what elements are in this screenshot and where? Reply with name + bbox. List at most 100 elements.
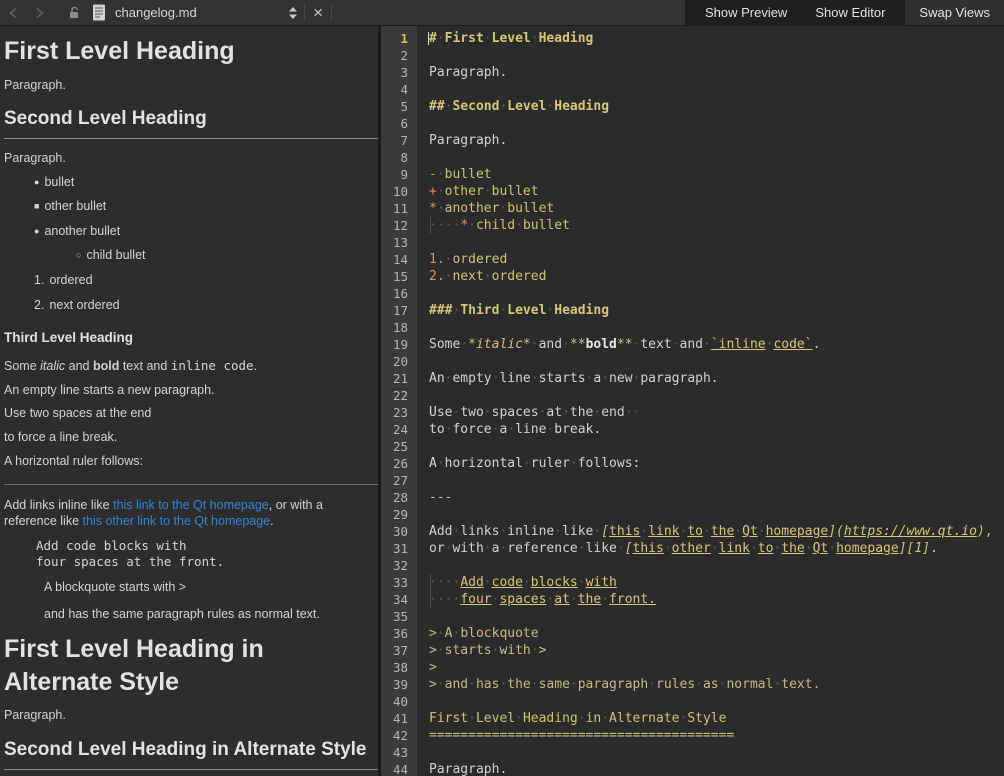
- line-number: 8: [381, 149, 417, 166]
- split-arrows-icon: [288, 6, 298, 20]
- editor-line[interactable]: ###·Third·Level·Heading: [429, 302, 1004, 319]
- preview-paragraph: to force a line break.: [4, 430, 372, 446]
- editor-line[interactable]: [429, 744, 1004, 761]
- code-line: Add code blocks with: [36, 538, 378, 554]
- line-number: 7: [381, 132, 417, 149]
- line-number: 35: [381, 608, 417, 625]
- ordered-list: 1.ordered2.next ordered: [4, 273, 378, 313]
- bullet-marker: ●: [34, 226, 39, 236]
- editor-line[interactable]: Paragraph.: [429, 64, 1004, 81]
- editor-line[interactable]: An·empty·line·starts·a·new·paragraph.: [429, 370, 1004, 387]
- line-number: 43: [381, 744, 417, 761]
- line-number: 17: [381, 302, 417, 319]
- editor-line[interactable]: 1.·ordered: [429, 251, 1004, 268]
- editor-line[interactable]: [429, 115, 1004, 132]
- blockquote: A blockquote starts with >and has the sa…: [44, 580, 378, 622]
- line-number: 1: [381, 30, 417, 47]
- editor-line[interactable]: [429, 319, 1004, 336]
- line-number: 19: [381, 336, 417, 353]
- line-number: 39: [381, 676, 417, 693]
- editor-line[interactable]: or·with·a·reference·like·[this·other·lin…: [429, 540, 1004, 557]
- forward-button[interactable]: [34, 0, 45, 25]
- line-number: 12: [381, 217, 417, 234]
- editor-line[interactable]: Paragraph.: [429, 761, 1004, 776]
- editor-line[interactable]: [429, 81, 1004, 98]
- qt-homepage-link[interactable]: this other link to the Qt homepage: [83, 514, 271, 528]
- editor-line[interactable]: [429, 387, 1004, 404]
- preview-paragraph: An empty line starts a new paragraph.: [4, 383, 372, 399]
- code-block: Add code blocks withfour spaces at the f…: [36, 538, 378, 571]
- editor-line[interactable]: -·bullet: [429, 166, 1004, 183]
- editor-line[interactable]: +·other·bullet: [429, 183, 1004, 200]
- preview-heading: First Level Heading: [4, 35, 374, 68]
- editor-line[interactable]: [429, 472, 1004, 489]
- document-nav: changelog.md ×: [0, 0, 338, 25]
- list-item: 2.next ordered: [34, 298, 378, 314]
- editor-line[interactable]: [429, 149, 1004, 166]
- editor-line[interactable]: #·First·Level·Heading: [429, 30, 1004, 47]
- editor-line[interactable]: ····four·spaces·at·the·front.: [429, 591, 1004, 608]
- editor-line[interactable]: First·Level·Heading·in·Alternate·Style: [429, 710, 1004, 727]
- line-number: 34: [381, 591, 417, 608]
- preview-text-span: .: [270, 514, 273, 528]
- show-preview-button[interactable]: Show Preview: [691, 0, 801, 25]
- qt-homepage-link[interactable]: this link to the Qt homepage: [113, 498, 269, 512]
- preview-paragraph: Some italic and bold text and inline cod…: [4, 358, 372, 375]
- bullet-marker: ■: [34, 201, 39, 211]
- open-document-name[interactable]: changelog.md: [115, 5, 288, 20]
- editor-line[interactable]: [429, 353, 1004, 370]
- editor-line[interactable]: [429, 506, 1004, 523]
- editor-toolbar: changelog.md × Show Preview Show Editor …: [0, 0, 1004, 26]
- text-cursor: [428, 32, 429, 45]
- line-number: 23: [381, 404, 417, 421]
- back-button[interactable]: [8, 0, 19, 25]
- editor-line[interactable]: =======================================: [429, 727, 1004, 744]
- editor-line[interactable]: [429, 234, 1004, 251]
- editor-line[interactable]: ····Add·code·blocks·with: [429, 574, 1004, 591]
- close-document-button[interactable]: ×: [311, 5, 325, 21]
- preview-text-span: italic: [40, 359, 65, 373]
- editor-text-area[interactable]: #·First·Level·Heading Paragraph. ##·Second…: [417, 26, 1004, 776]
- preview-paragraph: Paragraph.: [4, 708, 372, 724]
- editor-line[interactable]: >·starts·with·>: [429, 642, 1004, 659]
- editor-line[interactable]: A·horizontal·ruler·follows:: [429, 455, 1004, 472]
- editor-line[interactable]: 2.·next·ordered: [429, 268, 1004, 285]
- markdown-editor-pane[interactable]: 1234567891011121314151617181920212223242…: [381, 26, 1004, 776]
- editor-line[interactable]: ---: [429, 489, 1004, 506]
- line-number: 21: [381, 370, 417, 387]
- preview-paragraph: Paragraph.: [4, 78, 372, 94]
- preview-heading: Second Level Heading: [4, 107, 378, 139]
- editor-line[interactable]: ##·Second·Level·Heading: [429, 98, 1004, 115]
- editor-line[interactable]: [429, 608, 1004, 625]
- indent-guide: [430, 591, 431, 608]
- editor-line[interactable]: Use·two·spaces·at·the·end··: [429, 404, 1004, 421]
- bullet-marker: ●: [34, 177, 39, 187]
- editor-line[interactable]: *·another·bullet: [429, 200, 1004, 217]
- line-number: 29: [381, 506, 417, 523]
- editor-line[interactable]: Some·*italic*·and·**bold**·text·and·`inl…: [429, 336, 1004, 353]
- editor-line[interactable]: [429, 557, 1004, 574]
- line-number: 20: [381, 353, 417, 370]
- lock-toggle[interactable]: [68, 0, 81, 25]
- line-number: 38: [381, 659, 417, 676]
- editor-line[interactable]: [429, 47, 1004, 64]
- editor-line[interactable]: >·and·has·the·same·paragraph·rules·as·no…: [429, 676, 1004, 693]
- line-number: 27: [381, 472, 417, 489]
- bullet-marker: ○: [76, 250, 81, 260]
- document-dropdown[interactable]: [288, 0, 298, 25]
- line-number: 11: [381, 200, 417, 217]
- editor-line[interactable]: >·A·blockquote: [429, 625, 1004, 642]
- swap-views-button[interactable]: Swap Views: [905, 0, 1004, 25]
- editor-line[interactable]: [429, 693, 1004, 710]
- line-number: 13: [381, 234, 417, 251]
- editor-line[interactable]: [429, 285, 1004, 302]
- editor-line[interactable]: Paragraph.: [429, 132, 1004, 149]
- editor-line[interactable]: >: [429, 659, 1004, 676]
- editor-line[interactable]: [429, 438, 1004, 455]
- line-number: 16: [381, 285, 417, 302]
- editor-line[interactable]: to·force·a·line·break.: [429, 421, 1004, 438]
- toolbar-separator: [331, 5, 332, 21]
- editor-line[interactable]: ····*·child·bullet: [429, 217, 1004, 234]
- editor-line[interactable]: Add·links·inline·like·[this·link·to·the·…: [429, 523, 1004, 540]
- show-editor-button[interactable]: Show Editor: [801, 0, 899, 25]
